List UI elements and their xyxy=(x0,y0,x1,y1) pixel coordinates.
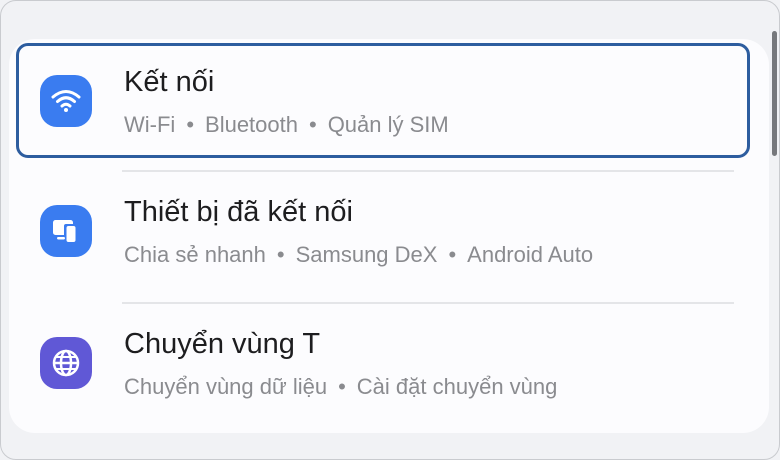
divider xyxy=(122,302,734,304)
item-title: Thiết bị đã kết nối xyxy=(124,196,353,228)
subtitle-part: Bluetooth xyxy=(205,112,298,137)
item-subtitle: Wi-Fi • Bluetooth • Quản lý SIM xyxy=(124,112,449,138)
subtitle-part: Samsung DeX xyxy=(295,242,438,267)
settings-card: Kết nối Wi-Fi • Bluetooth • Quản lý SIM Thiế… xyxy=(9,39,769,433)
subtitle-part: Chuyển vùng dữ liệu xyxy=(124,374,328,399)
separator-dot: • xyxy=(186,112,195,137)
separator-dot: • xyxy=(338,374,346,399)
settings-window: Kết nối Wi-Fi • Bluetooth • Quản lý SIM Thiế… xyxy=(0,0,780,460)
subtitle-part: Cài đặt chuyển vùng xyxy=(356,374,558,399)
separator-dot: • xyxy=(308,112,317,137)
settings-item-connections[interactable]: Kết nối Wi-Fi • Bluetooth • Quản lý SIM xyxy=(16,43,750,158)
divider xyxy=(122,170,734,172)
settings-item-connected-devices[interactable]: Thiết bị đã kết nối Chia sẻ nhanh • Samsun… xyxy=(16,173,750,288)
item-subtitle: Chia sẻ nhanh • Samsung DeX • Android Auto xyxy=(124,242,593,268)
subtitle-part: Chia sẻ nhanh xyxy=(124,242,266,267)
item-title: Kết nối xyxy=(124,66,215,98)
separator-dot: • xyxy=(276,242,285,267)
item-title: Chuyển vùng T xyxy=(124,328,321,360)
subtitle-part: Wi-Fi xyxy=(124,112,176,137)
wifi-icon xyxy=(40,75,92,127)
item-subtitle: Chuyển vùng dữ liệu • Cài đặt chuyển vùng xyxy=(124,374,557,400)
separator-dot: • xyxy=(448,242,457,267)
scrollbar[interactable] xyxy=(772,31,777,156)
connected-devices-icon xyxy=(40,205,92,257)
subtitle-part: Android Auto xyxy=(467,242,594,267)
settings-item-roaming[interactable]: Chuyển vùng T Chuyển vùng dữ liệu • Cài đặ… xyxy=(16,305,750,420)
globe-icon xyxy=(40,337,92,389)
subtitle-part: Quản lý SIM xyxy=(327,112,449,137)
